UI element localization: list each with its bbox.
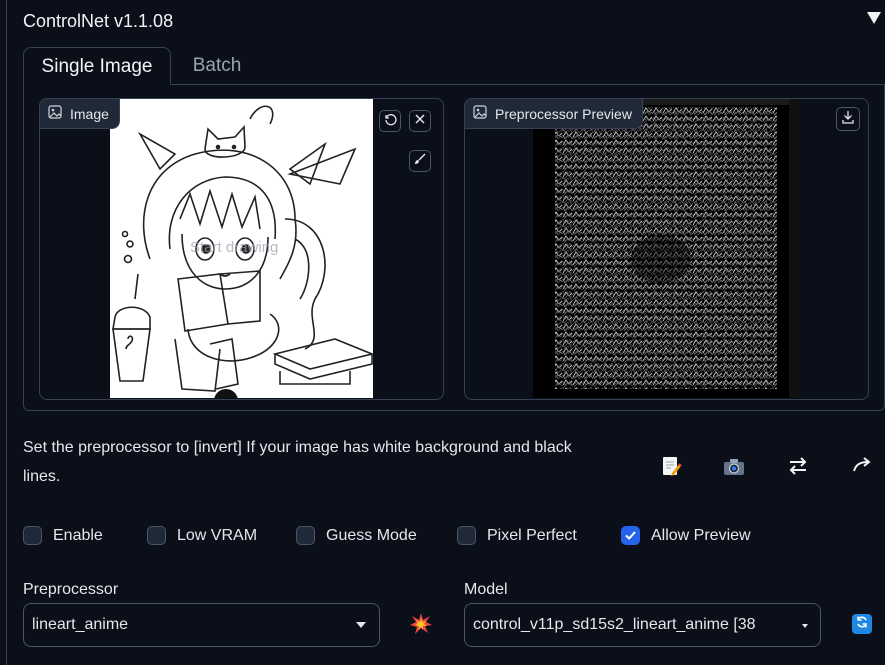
refresh-models-button[interactable] [852,614,872,634]
model-value: control_v11p_sd15s2_lineart_anime [38 [473,616,756,633]
low-vram-checkbox[interactable] [147,526,166,545]
memo-icon[interactable] [658,453,684,479]
canvas-hint: Start drawing [190,239,279,256]
preview-image [533,99,799,398]
tab-batch[interactable]: Batch [172,47,262,85]
hint-line-2: lines. [23,468,61,485]
pixel-perfect-label: Pixel Perfect [487,526,577,544]
dropdown-arrow-icon [355,616,367,634]
guess-mode-checkbox[interactable] [296,526,315,545]
allow-preview-label: Allow Preview [651,526,751,544]
undo-button[interactable] [379,110,401,132]
preview-label-badge: Preprocessor Preview [465,99,643,129]
preview-noise-pattern [533,99,799,398]
guess-mode-label: Guess Mode [326,526,417,544]
clear-button[interactable] [409,110,431,132]
preprocessor-label: Preprocessor [23,581,119,598]
option-allow-preview[interactable]: Allow Preview [621,526,751,545]
image-icon [473,105,487,122]
download-icon [841,110,855,129]
brush-icon [413,152,427,171]
tab-single-image[interactable]: Single Image [23,47,171,85]
preprocessor-value: lineart_anime [32,616,129,633]
model-label: Model [464,581,508,598]
swap-arrows-icon[interactable] [785,453,811,479]
image-input[interactable]: Image Start drawing [39,98,444,400]
enable-label: Enable [53,526,103,544]
arrow-up-right-icon[interactable] [849,452,875,478]
low-vram-label: Low VRAM [177,526,258,544]
panel-title: ControlNet v1.1.08 [23,11,174,31]
undo-icon [383,112,397,131]
pixel-perfect-checkbox[interactable] [457,526,476,545]
brush-button[interactable] [409,150,431,172]
panel-left-border [6,0,7,665]
image-label-badge: Image [40,99,120,129]
option-guess-mode[interactable]: Guess Mode [296,526,417,545]
hint-line-1: Set the preprocessor to [invert] If your… [23,439,572,456]
preview-label: Preprocessor Preview [495,105,632,122]
enable-checkbox[interactable] [23,526,42,545]
model-select[interactable]: control_v11p_sd15s2_lineart_anime [38 [464,603,821,647]
preprocessor-preview: Preprocessor Preview [464,98,869,400]
preprocessor-select[interactable]: lineart_anime [23,603,380,647]
checkmark-icon [625,531,636,540]
image-label: Image [70,105,109,122]
allow-preview-checkbox[interactable] [621,526,640,545]
image-icon [48,105,62,122]
triangle-down-icon[interactable] [866,11,882,30]
drawing-canvas[interactable]: Start drawing [110,99,373,398]
explosion-icon[interactable] [409,612,433,636]
option-pixel-perfect[interactable]: Pixel Perfect [457,526,577,545]
close-icon [414,112,426,130]
option-low-vram[interactable]: Low VRAM [147,526,257,545]
hint-text: Set the preprocessor to [invert] If your… [23,433,623,491]
dropdown-arrow-icon [794,616,808,634]
download-button[interactable] [836,107,860,131]
refresh-icon [855,615,869,634]
camera-icon[interactable] [721,454,747,480]
option-enable[interactable]: Enable [23,526,103,545]
